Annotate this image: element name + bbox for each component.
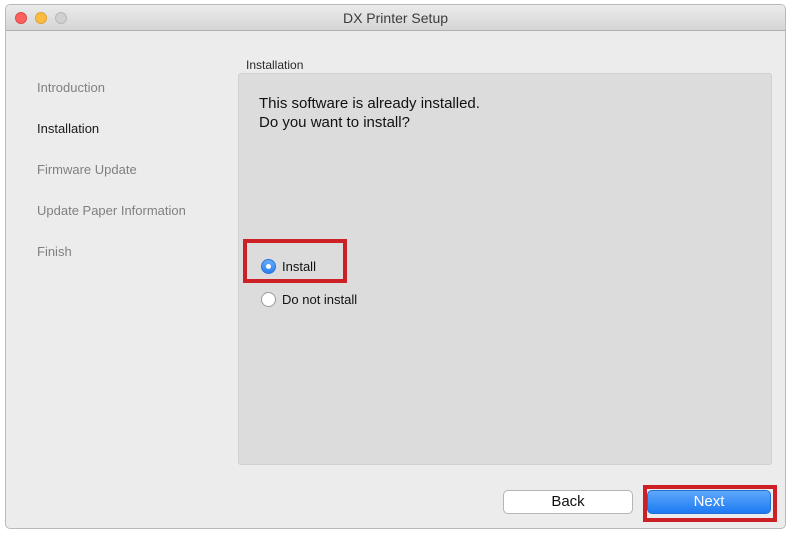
back-button[interactable]: Back: [503, 490, 633, 514]
radio-option-do-not-install[interactable]: Do not install: [261, 290, 357, 308]
sidebar-item-finish: Finish: [37, 244, 72, 259]
radio-unselected-icon[interactable]: [261, 291, 276, 307]
radio-option-install[interactable]: Install: [261, 257, 316, 275]
setup-window: DX Printer Setup Introduction Installati…: [5, 4, 786, 529]
install-message: This software is already installed. Do y…: [259, 94, 480, 132]
window-title: DX Printer Setup: [342, 10, 449, 26]
next-button[interactable]: Next: [647, 490, 771, 514]
sidebar-item-update-paper-information: Update Paper Information: [37, 203, 186, 218]
sidebar-item-installation: Installation: [37, 121, 100, 136]
radio-selected-icon[interactable]: [261, 258, 276, 274]
sidebar-item-firmware-update: Firmware Update: [37, 162, 137, 177]
radio-option-install-label: Install: [282, 258, 316, 274]
sidebar-item-introduction: Introduction: [37, 80, 105, 95]
message-line-1: This software is already installed.: [259, 95, 480, 112]
message-line-2: Do you want to install?: [259, 114, 410, 131]
section-label: Installation: [246, 58, 304, 72]
radio-option-do-not-install-label: Do not install: [282, 291, 358, 307]
title-bar[interactable]: DX Printer Setup: [6, 5, 785, 31]
